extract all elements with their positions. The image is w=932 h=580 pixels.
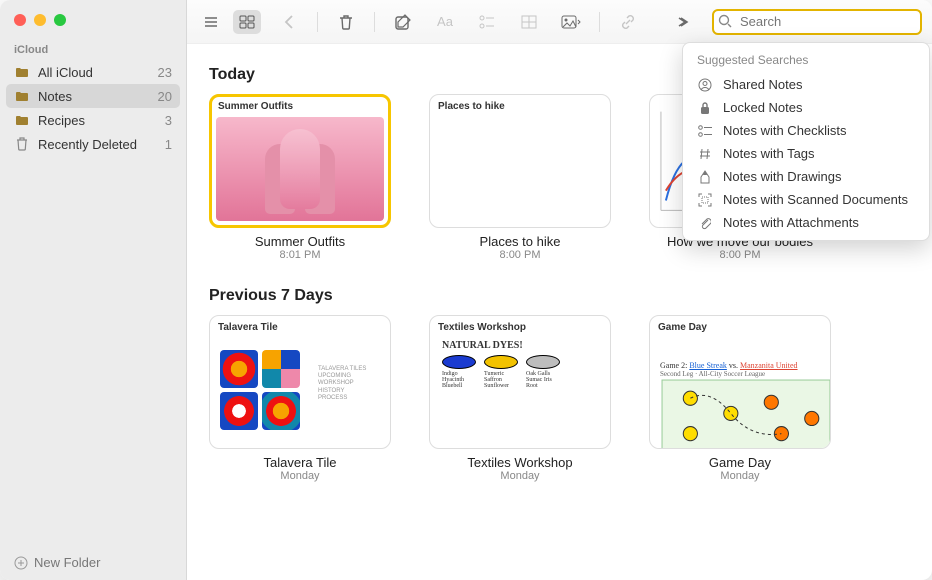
suggestion-scanned[interactable]: Notes with Scanned Documents bbox=[683, 188, 929, 211]
tile-meta: TALAVERA TILESUPCOMING WORKSHOPHISTORYPR… bbox=[318, 366, 378, 402]
sidebar-item-notes[interactable]: Notes 20 bbox=[6, 84, 180, 108]
lock-icon bbox=[697, 101, 713, 115]
card-title: Talavera Tile bbox=[209, 455, 391, 470]
toolbar-divider bbox=[599, 12, 600, 32]
thumbnail-art bbox=[216, 117, 384, 221]
section-title: Previous 7 Days bbox=[209, 287, 910, 305]
card-time: Monday bbox=[649, 470, 831, 482]
note-thumbnail: Summer Outfits bbox=[209, 94, 391, 228]
table-button[interactable] bbox=[515, 10, 543, 34]
note-thumbnail: Talavera Tile bbox=[209, 315, 391, 449]
folder-icon bbox=[14, 64, 30, 80]
thumb-header: Summer Outfits bbox=[210, 95, 390, 114]
compose-button[interactable] bbox=[389, 10, 417, 34]
note-card[interactable]: Summer Outfits Summer Outfits 8:01 PM bbox=[209, 94, 391, 261]
dropdown-header: Suggested Searches bbox=[683, 51, 929, 73]
close-icon[interactable] bbox=[14, 14, 26, 26]
card-title: Places to hike bbox=[429, 234, 611, 249]
format-button[interactable]: Aa bbox=[431, 10, 459, 34]
sidebar-section-header: iCloud bbox=[0, 34, 186, 60]
sidebar-item-label: Recently Deleted bbox=[38, 137, 157, 152]
view-list-button[interactable] bbox=[197, 10, 225, 34]
suggestion-tags[interactable]: Notes with Tags bbox=[683, 142, 929, 165]
zoom-icon[interactable] bbox=[54, 14, 66, 26]
card-time: Monday bbox=[429, 470, 611, 482]
sidebar-item-count: 23 bbox=[158, 65, 172, 80]
sidebar-item-label: Recipes bbox=[38, 113, 157, 128]
note-thumbnail: Places to hike bbox=[429, 94, 611, 228]
card-title: Game Day bbox=[649, 455, 831, 470]
hash-icon bbox=[697, 148, 713, 160]
thumbnail-art: NATURAL DYES! Indigo Hyacinth Bluebell T… bbox=[436, 338, 604, 442]
sidebar-item-recently-deleted[interactable]: Recently Deleted 1 bbox=[0, 132, 186, 156]
folder-icon bbox=[14, 88, 30, 104]
new-folder-label: New Folder bbox=[34, 555, 100, 570]
sidebar-item-recipes[interactable]: Recipes 3 bbox=[0, 108, 186, 132]
thumb-header: Talavera Tile bbox=[210, 316, 390, 335]
card-time: 8:00 PM bbox=[429, 249, 611, 261]
toolbar-divider bbox=[374, 12, 375, 32]
suggestion-shared-notes[interactable]: Shared Notes bbox=[683, 73, 929, 96]
search-icon bbox=[718, 14, 732, 28]
toolbar-divider bbox=[317, 12, 318, 32]
window-controls bbox=[0, 0, 186, 34]
suggestion-locked-notes[interactable]: Locked Notes bbox=[683, 96, 929, 119]
sidebar-item-count: 20 bbox=[158, 89, 172, 104]
sidebar-item-label: Notes bbox=[38, 89, 150, 104]
toolbar: Aa bbox=[187, 0, 932, 44]
link-button[interactable] bbox=[614, 10, 642, 34]
note-thumbnail: Game Day Game 2: Blue Streak vs. Manzani… bbox=[649, 315, 831, 449]
thumbnail-art: Game 2: Blue Streak vs. Manzanita United… bbox=[656, 357, 831, 449]
scan-icon bbox=[697, 193, 713, 207]
card-title: Summer Outfits bbox=[209, 234, 391, 249]
folder-icon bbox=[14, 112, 30, 128]
note-card[interactable]: Places to hike Places to hike 8:00 PM bbox=[429, 94, 611, 261]
back-button[interactable] bbox=[275, 10, 303, 34]
search-suggestions-dropdown: Suggested Searches Shared Notes Locked N… bbox=[682, 42, 930, 241]
card-title: Textiles Workshop bbox=[429, 455, 611, 470]
card-time: 8:01 PM bbox=[209, 249, 391, 261]
card-time: 8:00 PM bbox=[649, 249, 831, 261]
trash-button[interactable] bbox=[332, 10, 360, 34]
note-card[interactable]: Game Day Game 2: Blue Streak vs. Manzani… bbox=[649, 315, 831, 482]
search-input[interactable] bbox=[712, 9, 922, 35]
trash-icon bbox=[14, 136, 30, 152]
sidebar-item-label: All iCloud bbox=[38, 65, 150, 80]
card-grid: Talavera Tile bbox=[209, 315, 910, 482]
card-time: Monday bbox=[209, 470, 391, 482]
media-button[interactable] bbox=[557, 10, 585, 34]
pencil-tip-icon bbox=[697, 170, 713, 184]
new-folder-button[interactable]: New Folder bbox=[0, 545, 186, 580]
suggestion-checklists[interactable]: Notes with Checklists bbox=[683, 119, 929, 142]
sidebar: iCloud All iCloud 23 Notes 20 Recipes 3 … bbox=[0, 0, 187, 580]
checklist-button[interactable] bbox=[473, 10, 501, 34]
person-circle-icon bbox=[697, 78, 713, 92]
suggestion-drawings[interactable]: Notes with Drawings bbox=[683, 165, 929, 188]
note-thumbnail: Textiles Workshop NATURAL DYES! Indigo H… bbox=[429, 315, 611, 449]
sidebar-item-count: 1 bbox=[165, 137, 172, 152]
suggestion-attachments[interactable]: Notes with Attachments bbox=[683, 211, 929, 234]
note-card[interactable]: Textiles Workshop NATURAL DYES! Indigo H… bbox=[429, 315, 611, 482]
checklist-icon bbox=[697, 125, 713, 137]
sidebar-item-all-icloud[interactable]: All iCloud 23 bbox=[0, 60, 186, 84]
paperclip-icon bbox=[697, 216, 713, 230]
minimize-icon[interactable] bbox=[34, 14, 46, 26]
thumbnail-art: TALAVERA TILESUPCOMING WORKSHOPHISTORYPR… bbox=[216, 338, 384, 442]
view-gallery-button[interactable] bbox=[233, 10, 261, 34]
search-field-wrap bbox=[712, 9, 922, 35]
thumb-header: Places to hike bbox=[430, 95, 610, 114]
thumb-header: Game Day bbox=[650, 316, 830, 335]
sidebar-item-count: 3 bbox=[165, 113, 172, 128]
thumb-header: Textiles Workshop bbox=[430, 316, 610, 335]
more-button[interactable] bbox=[670, 10, 698, 34]
plus-circle-icon bbox=[14, 556, 28, 570]
note-card[interactable]: Talavera Tile bbox=[209, 315, 391, 482]
main: Aa Suggested Searches Shared Notes Locke… bbox=[187, 0, 932, 580]
